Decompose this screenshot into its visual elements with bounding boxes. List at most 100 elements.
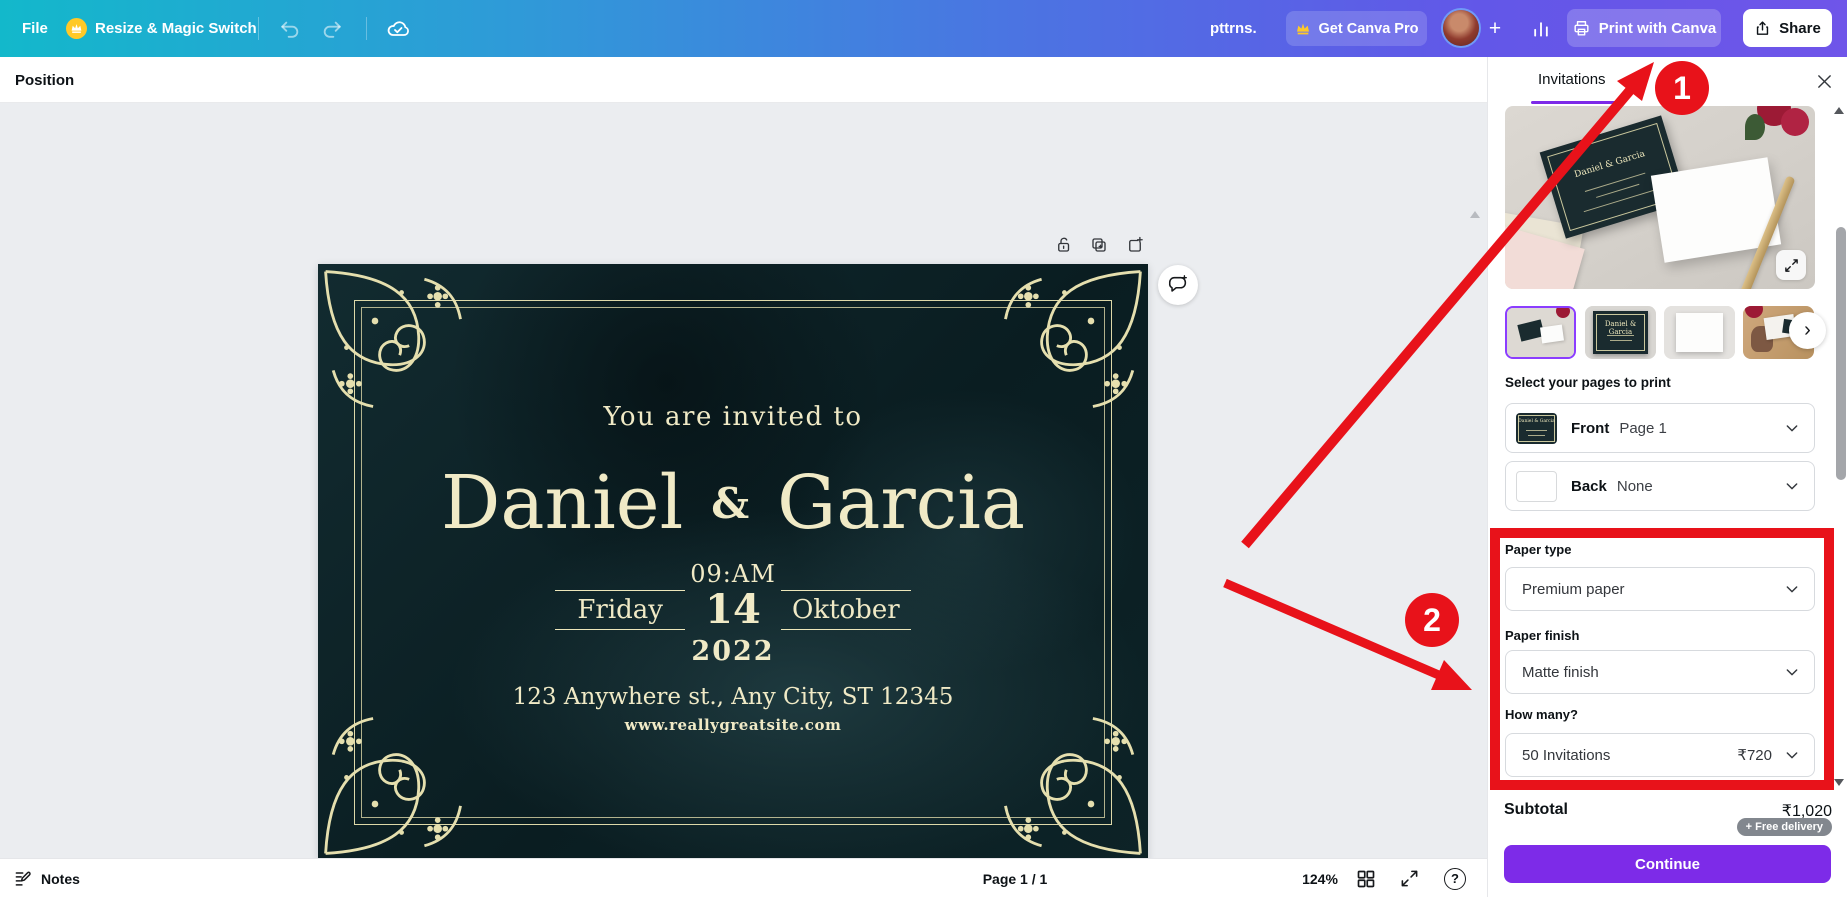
chevron-right-icon: › — [1804, 319, 1811, 341]
share-label: Share — [1779, 19, 1821, 37]
invitation-names-text[interactable]: Daniel & Garcia — [318, 460, 1148, 546]
file-menu-label: File — [22, 20, 48, 37]
undo-icon[interactable] — [273, 12, 307, 46]
grid-view-button[interactable] — [1356, 859, 1376, 897]
front-page-select[interactable]: Daniel & Garcia Front Page 1 — [1505, 403, 1815, 453]
panel-scroll-up-arrow-icon[interactable] — [1834, 107, 1844, 114]
annotation-highlight-rect — [1490, 528, 1834, 790]
invitation-date-number: 14 — [705, 586, 761, 633]
get-canva-pro-label: Get Canva Pro — [1318, 20, 1419, 37]
preview-thumbnail-1[interactable] — [1505, 306, 1576, 359]
add-page-icon[interactable] — [1126, 236, 1144, 254]
chevron-down-icon — [1786, 483, 1798, 490]
crown-icon — [1296, 23, 1309, 34]
bottom-status-bar: Notes Page 1 / 1 124% ? — [0, 858, 1487, 897]
front-value: Page 1 — [1619, 419, 1667, 437]
preview-leaf — [1745, 114, 1765, 140]
top-toolbar: File Resize & Magic Switch pttrns. Get C… — [0, 0, 1847, 57]
continue-label: Continue — [1635, 855, 1700, 873]
back-label: Back — [1571, 477, 1607, 495]
preview-thumbnail-3[interactable] — [1664, 306, 1735, 359]
cloud-save-status-icon — [381, 12, 415, 46]
product-preview-image[interactable]: Daniel & Garcia — [1505, 106, 1815, 289]
comment-button[interactable] — [1158, 265, 1198, 305]
get-canva-pro-button[interactable]: Get Canva Pro — [1286, 11, 1427, 46]
plus-icon: + — [1488, 16, 1502, 40]
crown-badge-icon — [66, 18, 87, 39]
position-label: Position — [15, 71, 75, 89]
back-page-select[interactable]: Back None — [1505, 461, 1815, 511]
pages-heading-label: Select your pages to print — [1505, 375, 1671, 390]
fullscreen-expand-icon — [1401, 870, 1418, 887]
continue-button[interactable]: Continue — [1504, 845, 1831, 883]
page-indicator-label: Page 1 / 1 — [982, 870, 1048, 887]
name-ampersand: & — [711, 478, 750, 528]
comment-icon — [1168, 275, 1187, 292]
duplicate-icon[interactable] — [1090, 236, 1108, 254]
help-icon: ? — [1444, 867, 1466, 890]
corner-ornament-icon — [1004, 270, 1142, 408]
invitation-website-text[interactable]: www.reallygreatsite.com — [318, 716, 1148, 734]
close-icon — [1817, 74, 1831, 88]
subtotal-text: Subtotal — [1504, 801, 1568, 818]
zoom-percentage[interactable]: 124% — [1295, 859, 1345, 897]
position-button[interactable]: Position — [15, 57, 74, 103]
day-label: Friday — [577, 594, 663, 625]
ornament-line — [555, 589, 686, 591]
resize-magic-switch-label: Resize & Magic Switch — [95, 20, 257, 37]
printer-icon — [1574, 20, 1589, 36]
annotation-step-1: 1 — [1655, 61, 1709, 115]
redo-icon[interactable] — [315, 12, 349, 46]
notes-button[interactable]: Notes — [14, 859, 80, 897]
scroll-up-arrow-icon[interactable] — [1470, 211, 1480, 218]
resize-magic-switch-button[interactable]: Resize & Magic Switch — [58, 0, 265, 57]
add-member-button[interactable]: + — [1482, 0, 1508, 57]
invitation-address-text[interactable]: 123 Anywhere st., Any City, ST 12345 — [318, 684, 1148, 710]
invitation-date-row[interactable]: Friday 14 Oktober — [318, 586, 1148, 633]
active-tab-underline — [1531, 101, 1618, 104]
brand-label: pttrns. — [1210, 20, 1257, 37]
front-label: Front — [1571, 419, 1610, 437]
expand-icon — [1784, 258, 1798, 272]
insights-chart-icon[interactable] — [1524, 12, 1558, 46]
invitation-intro-text[interactable]: You are invited to — [318, 402, 1148, 432]
help-button[interactable]: ? — [1444, 859, 1466, 897]
free-delivery-label: + Free delivery — [1745, 821, 1823, 833]
canvas-area: You are invited to Daniel & Garcia 09:AM… — [0, 103, 1487, 897]
name-second: Garcia — [777, 460, 1025, 546]
panel-scroll-down-arrow-icon[interactable] — [1834, 779, 1844, 786]
share-icon — [1756, 20, 1769, 35]
back-page-thumb — [1516, 470, 1557, 502]
invitation-month: Oktober — [780, 589, 911, 630]
fullscreen-button[interactable] — [1400, 859, 1419, 897]
notes-label: Notes — [41, 870, 80, 887]
zoom-percentage-label: 124% — [1302, 870, 1338, 887]
brand-text: pttrns. — [1210, 0, 1257, 57]
month-label: Oktober — [792, 594, 900, 625]
close-panel-button[interactable] — [1810, 67, 1838, 95]
name-first: Daniel — [441, 460, 684, 546]
pages-to-print-heading: Select your pages to print — [1505, 375, 1671, 390]
front-page-thumb: Daniel & Garcia — [1516, 412, 1557, 444]
notes-icon — [15, 871, 31, 886]
toolbar-divider — [258, 17, 259, 40]
annotation-step-1-label: 1 — [1673, 69, 1691, 106]
tab-invitations[interactable]: Invitations — [1538, 71, 1606, 88]
thumbnails-next-button[interactable]: › — [1789, 312, 1826, 349]
invitation-time-text[interactable]: 09:AM — [318, 560, 1148, 588]
preview-expand-button[interactable] — [1776, 250, 1806, 280]
print-with-canva-button[interactable]: Print with Canva — [1567, 9, 1721, 47]
design-page[interactable]: You are invited to Daniel & Garcia 09:AM… — [318, 264, 1148, 861]
panel-scrollbar-thumb[interactable] — [1836, 227, 1846, 480]
back-value: None — [1616, 477, 1653, 495]
print-with-canva-label: Print with Canva — [1598, 19, 1717, 37]
invitation-year-text[interactable]: 2022 — [318, 636, 1148, 667]
avatar[interactable] — [1443, 10, 1479, 46]
file-menu-button[interactable]: File — [12, 0, 58, 57]
ornament-line — [780, 589, 911, 591]
share-button[interactable]: Share — [1743, 9, 1832, 47]
preview-thumbnail-2[interactable]: Daniel & Garcia — [1585, 306, 1656, 359]
ornament-line — [780, 628, 911, 630]
subtotal-label: Subtotal — [1504, 801, 1568, 819]
lock-icon[interactable] — [1055, 236, 1073, 254]
